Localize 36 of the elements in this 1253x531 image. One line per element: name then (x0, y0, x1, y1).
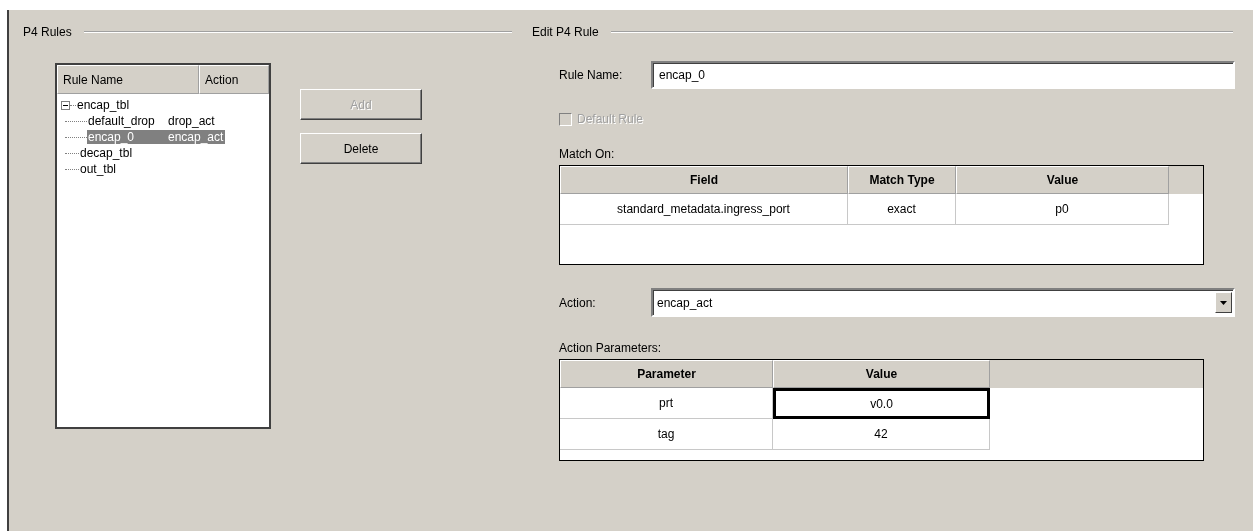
collapse-icon[interactable] (61, 100, 70, 110)
cell-editor[interactable]: v0.0 (773, 388, 990, 419)
table-cell: 42 (773, 419, 990, 450)
section-label: Match On: (559, 147, 616, 161)
rule-name-field[interactable]: encap_0 (651, 61, 1235, 89)
dropdown-icon[interactable] (1215, 292, 1232, 313)
tree-item[interactable]: default_drop drop_act (87, 114, 217, 128)
column-header[interactable]: Field (560, 166, 848, 194)
header-filler (1169, 166, 1203, 194)
group-title: P4 Rules (23, 25, 72, 39)
rule-action: drop_act (168, 114, 215, 128)
rule-action: encap_act (168, 130, 224, 144)
group-title: Edit P4 Rule (532, 25, 599, 39)
tree-item[interactable]: out_tbl (79, 162, 119, 176)
rule-name: encap_0 (88, 130, 136, 144)
rule-tree[interactable]: Rule Name Action encap_tbl default_drop drop_act encap_0 encap_act decap_tbl out_tbl (55, 63, 271, 429)
table-cell: prt (560, 388, 773, 419)
section-label: Action Parameters: (559, 341, 663, 355)
table-cell: tag (560, 419, 773, 450)
column-header[interactable]: Value (773, 360, 990, 388)
column-header[interactable]: Value (956, 166, 1169, 194)
field-label: Action: (559, 295, 597, 310)
table-cell: p0 (956, 194, 1169, 225)
tree-item[interactable]: encap_0 encap_act (87, 130, 226, 144)
column-header[interactable]: Action (199, 65, 269, 94)
tree-item[interactable]: encap_tbl (76, 98, 132, 112)
column-header[interactable]: Rule Name (57, 65, 199, 94)
column-header[interactable]: Match Type (848, 166, 956, 194)
table-cell: exact (848, 194, 956, 225)
table-cell: standard_metadata.ingress_port (560, 194, 848, 225)
delete-button[interactable]: Delete (300, 133, 422, 164)
field-label: Rule Name: (559, 68, 624, 82)
action-dropdown[interactable]: encap_act (651, 288, 1235, 317)
tree-item[interactable]: decap_tbl (79, 146, 135, 160)
rule-name: default_drop (88, 114, 156, 128)
column-header[interactable]: Parameter (560, 360, 773, 388)
